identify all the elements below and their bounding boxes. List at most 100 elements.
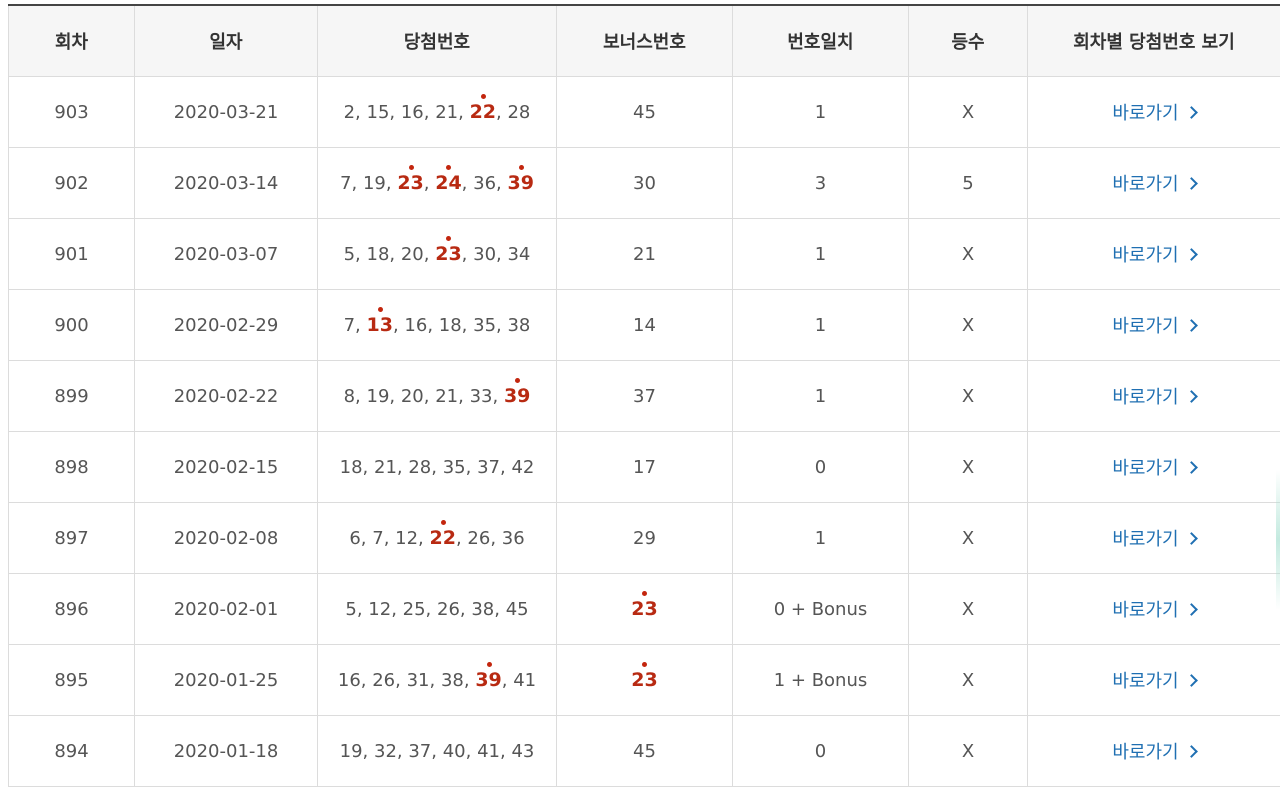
winning-number: 28 <box>507 102 531 123</box>
match-dot-icon <box>446 165 452 170</box>
winning-number: 19 <box>362 173 386 194</box>
match-count-cell: 1 <box>732 76 909 148</box>
winning-number: 15 <box>366 102 390 123</box>
number-separator: , <box>492 386 504 407</box>
number-separator: , <box>423 173 436 194</box>
winning-number: 21 <box>374 456 397 478</box>
match-count-cell: 1 <box>732 502 909 574</box>
number-separator: , <box>461 173 474 194</box>
chevron-right-icon <box>1184 390 1198 403</box>
match-dot-icon <box>486 662 492 667</box>
winning-number: 12 <box>395 528 419 549</box>
go-to-round-link[interactable]: 바로가기 <box>1112 312 1198 338</box>
bonus-number-cell: 29 <box>556 502 733 574</box>
go-to-round-link[interactable]: 바로가기 <box>1112 667 1198 693</box>
round-cell: 900 <box>8 289 135 361</box>
number-separator: , <box>465 456 478 478</box>
winning-number: 37 <box>477 456 500 478</box>
number-separator: , <box>362 740 374 762</box>
go-to-round-link[interactable]: 바로가기 <box>1112 738 1198 764</box>
winning-numbers-cell: 7, 13, 16, 18, 35, 38 <box>317 289 557 361</box>
number-separator: , <box>389 244 401 265</box>
number-separator: , <box>383 528 396 549</box>
date-cell: 2020-02-01 <box>134 573 318 645</box>
header-winning-numbers: 당첨번호 <box>317 4 557 77</box>
go-to-round-link[interactable]: 바로가기 <box>1112 383 1198 409</box>
number-separator: , <box>501 670 514 691</box>
winning-number: 35 <box>473 315 497 336</box>
number-separator: , <box>499 456 512 478</box>
number-separator: , <box>465 740 478 762</box>
winning-numbers-cell: 7, 19, 23, 24, 36, 39 <box>317 147 557 219</box>
go-to-round-label: 바로가기 <box>1112 387 1179 408</box>
header-round: 회차 <box>8 4 135 77</box>
number-separator: , <box>431 456 443 478</box>
match-dot-icon <box>518 165 524 170</box>
table-row: 900 2020-02-29 7, 13, 16, 18, 35, 38 14 1 X 바로… <box>8 289 1280 361</box>
go-to-round-link[interactable]: 바로가기 <box>1112 596 1198 622</box>
round-cell: 901 <box>8 218 135 290</box>
winning-number: 40 <box>442 740 466 762</box>
match-dot-icon <box>377 307 383 312</box>
go-to-round-label: 바로가기 <box>1112 600 1179 621</box>
view-link-cell: 바로가기 <box>1027 502 1280 574</box>
winning-numbers-cell: 19, 32, 37, 40, 41, 43 <box>317 715 557 787</box>
winning-number: 31 <box>406 670 430 691</box>
round-cell: 903 <box>8 76 135 148</box>
winning-number: 7 <box>340 173 352 194</box>
date-cell: 2020-02-29 <box>134 289 318 361</box>
bonus-number-cell: 14 <box>556 289 733 361</box>
matched-number: 22 <box>429 520 456 549</box>
view-link-cell: 바로가기 <box>1027 715 1280 787</box>
winning-number: 19 <box>366 386 390 407</box>
number-separator: , <box>360 670 373 691</box>
number-separator: , <box>389 102 401 123</box>
chevron-right-icon <box>1184 461 1198 474</box>
match-dot-icon <box>515 378 521 383</box>
winning-numbers-cell: 2, 15, 16, 21, 22, 28 <box>317 76 557 148</box>
bonus-number-cell: 17 <box>556 431 733 503</box>
matched-bonus-number: 23 <box>631 591 658 620</box>
number-separator: , <box>355 244 367 265</box>
number-separator: , <box>391 598 403 620</box>
table-row: 898 2020-02-15 18, 21, 28, 35, 37, 42 17 0 X 바… <box>8 431 1280 503</box>
chevron-right-icon <box>1184 177 1198 190</box>
bonus-number-cell: 21 <box>556 218 733 290</box>
go-to-round-label: 바로가기 <box>1112 671 1179 692</box>
go-to-round-link[interactable]: 바로가기 <box>1112 99 1198 125</box>
chevron-right-icon <box>1184 674 1198 687</box>
number-separator: , <box>385 173 398 194</box>
view-link-cell: 바로가기 <box>1027 573 1280 645</box>
go-to-round-link[interactable]: 바로가기 <box>1112 525 1198 551</box>
date-cell: 2020-03-21 <box>134 76 318 148</box>
winning-number: 36 <box>473 173 497 194</box>
go-to-round-label: 바로가기 <box>1112 174 1179 195</box>
go-to-round-link[interactable]: 바로가기 <box>1112 454 1198 480</box>
winning-number: 18 <box>438 315 462 336</box>
number-separator: , <box>496 173 508 194</box>
winning-number: 42 <box>511 456 535 478</box>
lotto-results-table: 회차 일자 당첨번호 보너스번호 번호일치 등수 회차별 당첨번호 보기 903… <box>8 4 1280 787</box>
header-bonus-number: 보너스번호 <box>556 4 733 77</box>
bonus-number-cell: 30 <box>556 147 733 219</box>
winning-number: 45 <box>505 598 529 620</box>
table-row: 903 2020-03-21 2, 15, 16, 21, 22, 28 45 1 X 바로… <box>8 76 1280 148</box>
chevron-right-icon <box>1184 745 1198 758</box>
date-cell: 2020-03-14 <box>134 147 318 219</box>
go-to-round-link[interactable]: 바로가기 <box>1112 241 1198 267</box>
go-to-round-link[interactable]: 바로가기 <box>1112 170 1198 196</box>
number-separator: , <box>418 528 430 549</box>
number-separator: , <box>499 740 512 762</box>
matched-number-value: 22 <box>429 527 456 549</box>
winning-number: 26 <box>437 598 460 620</box>
number-separator: , <box>392 315 405 336</box>
header-match-count: 번호일치 <box>732 4 909 77</box>
winning-number: 37 <box>408 740 432 762</box>
winning-number: 18 <box>366 244 390 265</box>
winning-number: 21 <box>435 102 459 123</box>
winning-numbers-cell: 5, 18, 20, 23, 30, 34 <box>317 218 557 290</box>
bonus-number-cell: 23 <box>556 644 733 716</box>
view-link-cell: 바로가기 <box>1027 147 1280 219</box>
number-separator: , <box>427 315 439 336</box>
rank-cell: X <box>908 289 1028 361</box>
